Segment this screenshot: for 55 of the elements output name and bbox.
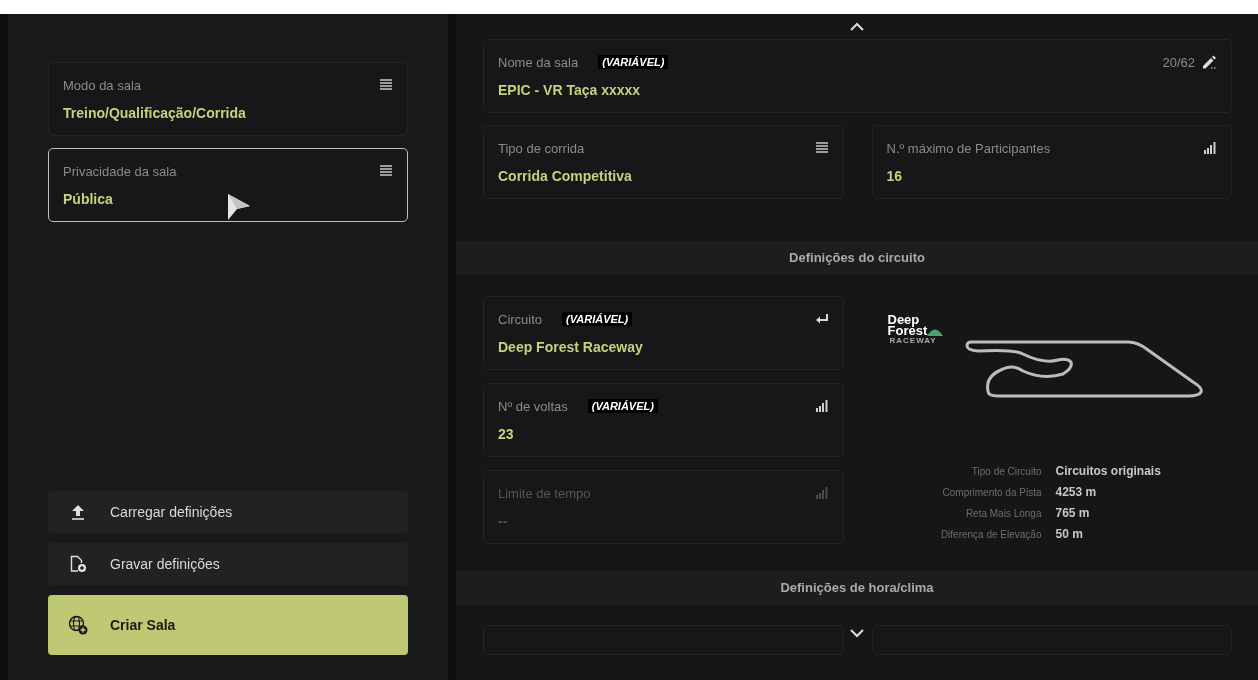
mouse-cursor-icon [227, 193, 251, 221]
variable-tag: (VARIÁVEL) [562, 312, 633, 326]
setting-field[interactable]: Nº de voltas (VARIÁVEL) 23 [483, 383, 844, 457]
setting-field[interactable]: N.º máximo de Participantes 16 [871, 125, 1232, 199]
info-label: Diferença de Elevação [939, 529, 1042, 540]
signal-bars-icon [815, 400, 829, 412]
section-header: Definições do circuito [456, 241, 1258, 275]
list-icon [379, 165, 393, 177]
field-value: -- [498, 513, 509, 529]
field-value: Corrida Competitiva [498, 168, 633, 184]
settings-button[interactable]: Carregar definições [48, 491, 408, 533]
pencil-icon [1201, 55, 1217, 69]
character-counter: 20/62 [1162, 54, 1195, 70]
field-label: N.º máximo de Participantes [886, 140, 1051, 156]
variable-tag: (VARIÁVEL) [587, 399, 658, 413]
circuit-logo: Deep Forest RACEWAY [887, 314, 963, 346]
field-value: 23 [498, 426, 515, 442]
info-value: 765 m [1055, 506, 1091, 520]
file-add-icon [70, 555, 86, 573]
globe-add-icon [68, 615, 88, 635]
list-icon [379, 79, 393, 91]
variable-tag: (VARIÁVEL) [598, 55, 669, 69]
field-value: Deep Forest Raceway [498, 339, 644, 355]
chevron-up-icon[interactable] [850, 22, 864, 31]
setting-field[interactable]: Privacidade da sala Pública [48, 148, 408, 222]
info-label: Comprimento da Pista [941, 487, 1042, 498]
setting-field[interactable]: Nome da sala (VARIÁVEL) 20/62 EPIC - VR Taça xxxxx [483, 39, 1232, 113]
field-label: Modo da sala [63, 77, 142, 93]
settings-button[interactable]: Gravar definições [48, 543, 408, 585]
return-arrow-icon [814, 313, 829, 325]
field-value: EPIC - VR Taça xxxxx [498, 82, 642, 98]
signal-bars-icon [1204, 142, 1217, 154]
setting-field[interactable]: Tipo de corrida Corrida Competitiva [483, 125, 844, 199]
info-label: Tipo de Circuito [970, 466, 1042, 477]
signal-bars-icon [815, 487, 829, 499]
upload-icon [71, 504, 85, 520]
info-value: 50 m [1055, 527, 1084, 541]
field-label: Nº de voltas [498, 398, 568, 414]
field-value: Pública [63, 191, 114, 207]
section-header: Definições de hora/clima [456, 571, 1258, 605]
info-label: Reta Mais Longa [964, 508, 1042, 519]
setting-field[interactable]: Modo da sala Treino/Qualificação/Corrida [48, 62, 408, 136]
field-label: Tipo de corrida [498, 140, 585, 156]
field-label: Circuito [498, 311, 543, 327]
info-value: Circuitos originais [1055, 464, 1161, 478]
info-value: 4253 m [1055, 485, 1098, 499]
list-icon [814, 142, 829, 154]
chevron-down-icon[interactable] [850, 629, 864, 638]
create-room-button[interactable]: Criar Sala [48, 595, 408, 655]
field-label: Limite de tempo [498, 485, 591, 501]
field-label: Nome da sala [498, 54, 579, 70]
field-value: Treino/Qualificação/Corrida [63, 105, 247, 121]
field-label: Privacidade da sala [63, 163, 177, 179]
setting-field[interactable]: Circuito (VARIÁVEL) Deep Forest Raceway [483, 296, 844, 370]
field-value: 16 [886, 168, 904, 184]
